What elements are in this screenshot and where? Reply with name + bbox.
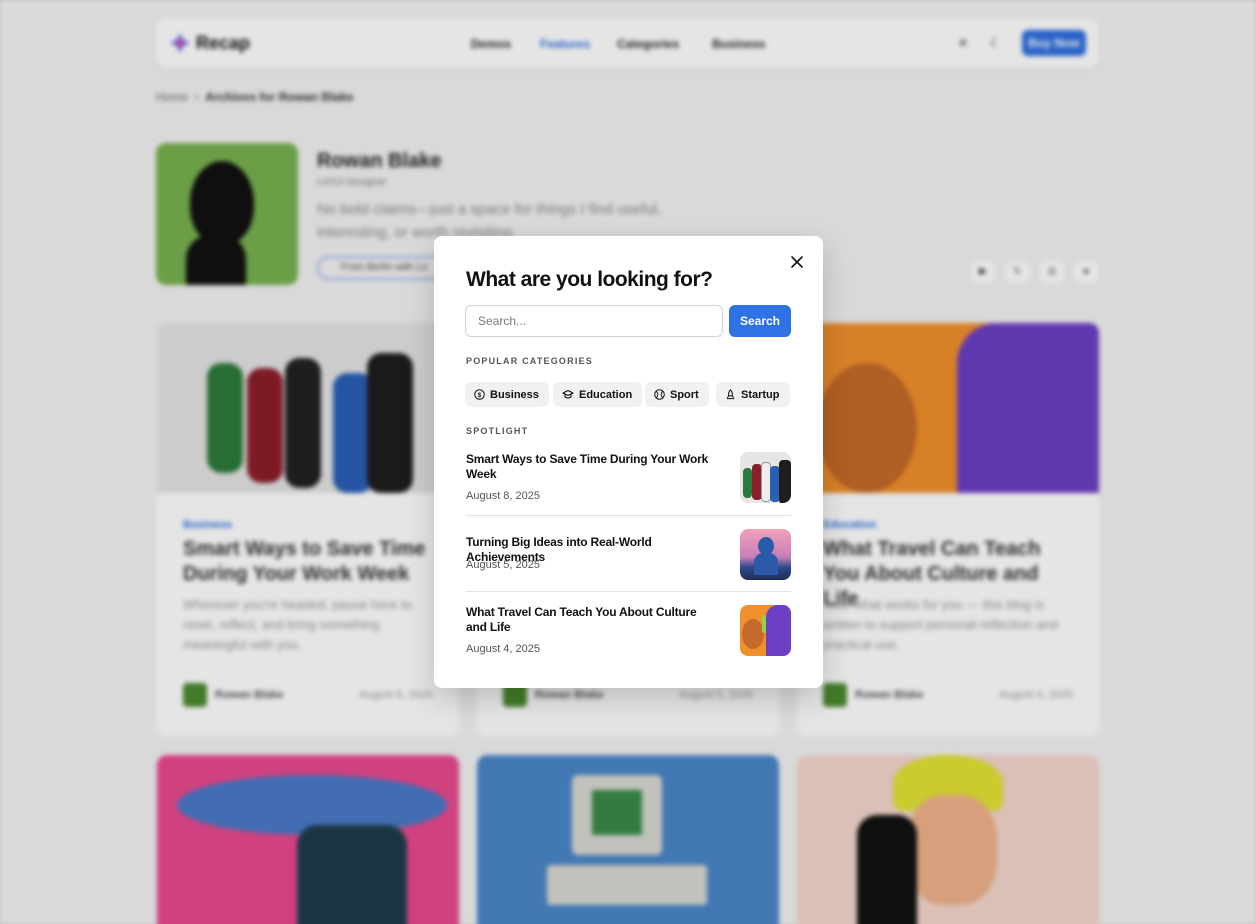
rocket-icon bbox=[726, 389, 735, 400]
search-modal: What are you looking for? Search POPULAR… bbox=[434, 236, 823, 688]
spotlight-date: August 8, 2025 bbox=[466, 490, 541, 502]
category-chip-education[interactable]: Education bbox=[553, 382, 643, 407]
dollar-icon: $ bbox=[474, 389, 485, 400]
spotlight-title[interactable]: What Travel Can Teach You About Culture … bbox=[466, 605, 718, 635]
svg-text:$: $ bbox=[478, 392, 482, 399]
category-chip-startup[interactable]: Startup bbox=[716, 382, 790, 407]
spotlight-item[interactable]: Turning Big Ideas into Real-World Achiev… bbox=[466, 529, 791, 580]
spotlight-thumbnail[interactable] bbox=[740, 452, 791, 503]
ball-icon bbox=[654, 389, 665, 400]
graduation-cap-icon bbox=[562, 389, 574, 399]
search-button[interactable]: Search bbox=[729, 305, 791, 337]
spotlight-label: SPOTLIGHT bbox=[466, 426, 529, 436]
category-label: Startup bbox=[741, 388, 780, 401]
category-chip-sport[interactable]: Sport bbox=[645, 382, 709, 407]
category-label: Business bbox=[490, 388, 539, 401]
category-chip-business[interactable]: $ Business bbox=[465, 382, 549, 407]
spotlight-title[interactable]: Smart Ways to Save Time During Your Work… bbox=[466, 452, 718, 482]
spotlight-item[interactable]: Smart Ways to Save Time During Your Work… bbox=[466, 452, 791, 504]
spotlight-item[interactable]: What Travel Can Teach You About Culture … bbox=[466, 605, 791, 656]
category-label: Sport bbox=[670, 388, 699, 401]
modal-title: What are you looking for? bbox=[466, 268, 713, 291]
search-input[interactable] bbox=[465, 305, 723, 337]
popular-categories-label: POPULAR CATEGORIES bbox=[466, 356, 593, 366]
divider bbox=[466, 515, 791, 516]
spotlight-thumbnail[interactable] bbox=[740, 529, 791, 580]
close-icon[interactable] bbox=[788, 253, 806, 271]
spotlight-date: August 4, 2025 bbox=[466, 643, 541, 655]
category-label: Education bbox=[579, 388, 633, 401]
spotlight-date: August 5, 2025 bbox=[466, 559, 541, 571]
divider bbox=[466, 591, 791, 592]
spotlight-thumbnail[interactable] bbox=[740, 605, 791, 656]
